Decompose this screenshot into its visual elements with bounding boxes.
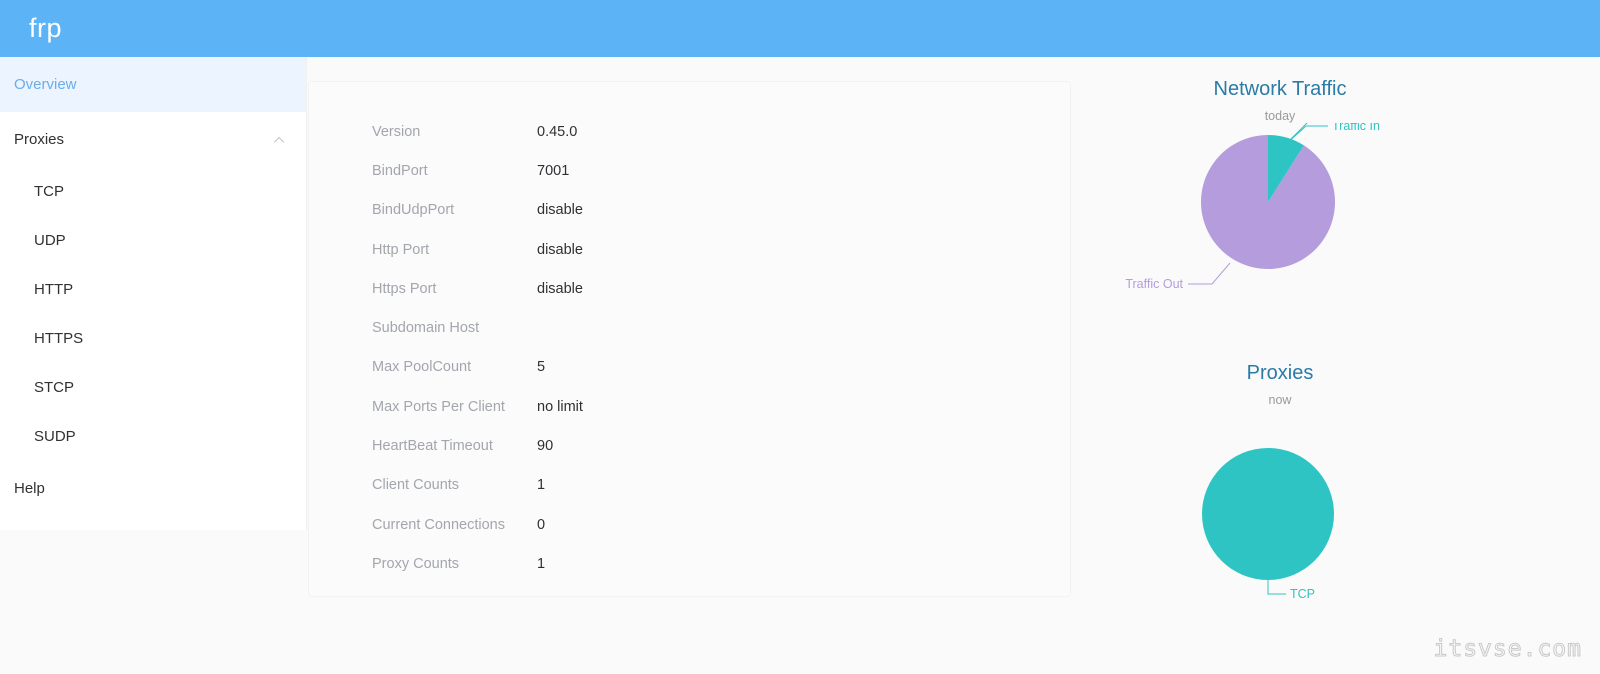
info-key: HeartBeat Timeout xyxy=(372,438,493,455)
site-watermark: itsvse.com xyxy=(1433,636,1582,663)
app-root: frp Overview Proxies TCP UDP HTTP HTTPS xyxy=(0,0,1600,674)
sidebar-item-stcp[interactable]: STCP xyxy=(0,363,306,412)
sidebar-item-label-stcp: STCP xyxy=(34,379,75,396)
info-value: disable xyxy=(537,202,583,219)
info-row-https-port: Https Port disable xyxy=(309,269,1070,308)
network-traffic-subtitle: today xyxy=(1264,109,1296,123)
info-key: Client Counts xyxy=(372,477,460,494)
info-row-version: Version 0.45.0 xyxy=(309,112,1070,151)
info-row-heartbeat-timeout: HeartBeat Timeout 90 xyxy=(309,426,1070,465)
sidebar-item-label-help: Help xyxy=(14,480,45,497)
info-row-max-ports-per-client: Max Ports Per Client no limit xyxy=(309,387,1070,426)
info-key: Current Connections xyxy=(372,516,505,533)
sidebar-group-label-proxies: Proxies xyxy=(14,131,65,148)
info-key: Https Port xyxy=(372,280,437,297)
pie-label-tcp: TCP xyxy=(1290,587,1315,601)
proxies-subtitle: now xyxy=(1268,392,1292,407)
network-traffic-title: Network Traffic xyxy=(1213,78,1347,100)
info-row-client-counts: Client Counts 1 xyxy=(309,466,1070,505)
info-value: 0 xyxy=(537,516,546,533)
info-value: 1 xyxy=(537,477,546,494)
leader-line-tcp xyxy=(1267,580,1286,595)
sidebar: Overview Proxies TCP UDP HTTP HTTPS STCP… xyxy=(0,57,307,530)
sidebar-item-label-udp: UDP xyxy=(34,232,66,249)
app-header: frp xyxy=(0,0,1600,57)
sidebar-item-label-https: HTTPS xyxy=(34,330,84,347)
info-value: 7001 xyxy=(537,162,570,179)
sidebar-item-sudp[interactable]: SUDP xyxy=(0,412,306,461)
info-value: 5 xyxy=(537,359,546,376)
sidebar-item-label-tcp: TCP xyxy=(34,183,64,200)
sidebar-item-overview[interactable]: Overview xyxy=(0,57,306,112)
sidebar-item-label-overview: Overview xyxy=(14,76,77,93)
server-info-card: Version 0.45.0 BindPort 7001 BindUdpPort… xyxy=(308,81,1071,597)
info-row-current-connections: Current Connections 0 xyxy=(309,505,1070,544)
network-traffic-chart-block: Network Traffic today Traffic In Traffic… xyxy=(1080,57,1480,353)
proxies-pie-svg[interactable]: TCP xyxy=(1080,406,1480,626)
pie-label-traffic-in: Traffic In xyxy=(1332,123,1380,133)
network-traffic-pie-svg[interactable]: Traffic In Traffic Out xyxy=(1080,122,1480,353)
info-key: BindUdpPort xyxy=(372,202,455,219)
pie-slice-tcp[interactable] xyxy=(1202,448,1334,580)
info-key: Subdomain Host xyxy=(372,320,480,337)
info-row-bindport: BindPort 7001 xyxy=(309,151,1070,190)
charts-panel: Network Traffic today Traffic In Traffic… xyxy=(1080,57,1480,617)
info-value: 0.45.0 xyxy=(537,123,578,140)
sidebar-item-label-sudp: SUDP xyxy=(34,428,76,445)
sidebar-item-http[interactable]: HTTP xyxy=(0,265,306,314)
info-value: 90 xyxy=(537,438,554,455)
sidebar-item-label-http: HTTP xyxy=(34,281,74,298)
sidebar-item-https[interactable]: HTTPS xyxy=(0,314,306,363)
info-value: disable xyxy=(537,241,583,258)
sidebar-group-proxies[interactable]: Proxies xyxy=(0,112,306,167)
sidebar-item-help[interactable]: Help xyxy=(0,461,306,516)
chevron-up-icon[interactable] xyxy=(272,133,286,147)
info-row-subdomain-host: Subdomain Host xyxy=(309,308,1070,347)
info-row-bindudpport: BindUdpPort disable xyxy=(309,191,1070,230)
sidebar-item-udp[interactable]: UDP xyxy=(0,216,306,265)
info-value: disable xyxy=(537,280,583,297)
network-traffic-pie-wrap[interactable]: Traffic In Traffic Out xyxy=(1080,122,1480,353)
info-row-max-poolcount: Max PoolCount 5 xyxy=(309,348,1070,387)
info-key: Version xyxy=(372,123,421,140)
pie-slices xyxy=(1201,134,1335,269)
app-brand-title: frp xyxy=(29,13,63,43)
info-key: BindPort xyxy=(372,162,428,179)
info-value: no limit xyxy=(537,398,583,415)
info-key: Http Port xyxy=(372,241,430,258)
proxies-chart-block: Proxies now TCP xyxy=(1080,353,1480,627)
info-key: Max PoolCount xyxy=(372,359,472,376)
info-value: 1 xyxy=(537,555,546,572)
info-row-proxy-counts: Proxy Counts 1 xyxy=(309,544,1070,583)
proxies-title: Proxies xyxy=(1246,361,1314,384)
pie-label-traffic-out: Traffic Out xyxy=(1125,277,1183,291)
info-key: Max Ports Per Client xyxy=(372,398,505,415)
leader-line-traffic-out xyxy=(1188,262,1231,284)
server-info-list: Version 0.45.0 BindPort 7001 BindUdpPort… xyxy=(309,82,1070,584)
info-row-http-port: Http Port disable xyxy=(309,230,1070,269)
sidebar-item-tcp[interactable]: TCP xyxy=(0,167,306,216)
info-key: Proxy Counts xyxy=(372,555,460,572)
proxies-pie-wrap[interactable]: TCP xyxy=(1080,406,1480,626)
